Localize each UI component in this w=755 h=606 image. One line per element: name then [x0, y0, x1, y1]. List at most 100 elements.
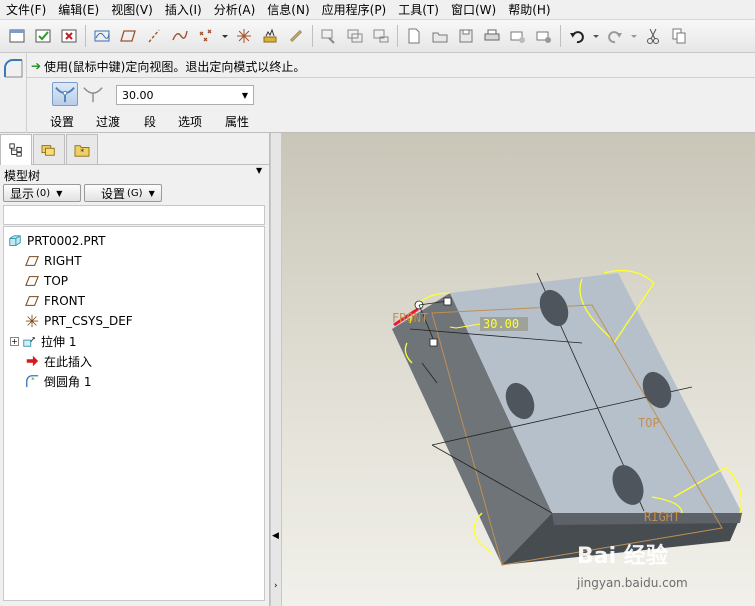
datum-plane-icon: [24, 253, 40, 269]
window-icon[interactable]: [6, 25, 28, 47]
dropdown-arrow-icon[interactable]: [221, 25, 229, 47]
folder-browser-icon: [41, 144, 55, 156]
toolbar-separator: [85, 25, 86, 47]
model-tree-toolbar: 显示 (0) ▼ 设置 (G) ▼: [3, 184, 165, 202]
tab-segments[interactable]: 段: [144, 113, 156, 130]
menu-analysis[interactable]: 分析(A): [208, 0, 262, 20]
panel-splitter[interactable]: ◀ ›: [270, 133, 282, 606]
tree-item-part[interactable]: PRT0002.PRT: [7, 231, 105, 251]
tab-settings[interactable]: 设置: [50, 113, 74, 130]
menu-info[interactable]: 信息(N): [261, 0, 315, 20]
tree-item-round[interactable]: * 倒圆角 1: [24, 371, 91, 391]
dashboard-message: 使用(鼠标中键)定向视图。退出定向模式以终止。: [44, 60, 306, 74]
coordinate-system-icon: [24, 313, 40, 329]
tab-properties[interactable]: 属性: [225, 113, 249, 130]
show-button-label: 显示: [10, 186, 35, 201]
settings-button[interactable]: 设置 (G) ▼: [84, 184, 162, 202]
graphics-window[interactable]: 30.00 FRONT TOP RIGHT: [282, 133, 755, 606]
chevron-down-icon: ▼: [148, 188, 155, 198]
menu-bar: 文件(F) 编辑(E) 视图(V) 插入(I) 分析(A) 信息(N) 应用程序…: [0, 0, 755, 20]
view-manager-icon[interactable]: [318, 25, 340, 47]
redo-dropdown-icon[interactable]: [630, 25, 638, 47]
send-mail-icon[interactable]: [507, 25, 529, 47]
show-button[interactable]: 显示 (0) ▼: [3, 184, 81, 202]
toolbar-separator: [560, 25, 561, 47]
analysis-icon[interactable]: [259, 25, 281, 47]
tree-item-label: PRT_CSYS_DEF: [44, 314, 133, 328]
menu-help[interactable]: 帮助(H): [502, 0, 556, 20]
menu-tools[interactable]: 工具(T): [392, 0, 445, 20]
close-window-icon[interactable]: [58, 25, 80, 47]
undo-dropdown-icon[interactable]: [592, 25, 600, 47]
coordinate-system-icon[interactable]: [233, 25, 255, 47]
round-transition-mode-button[interactable]: [80, 82, 106, 106]
redo-icon[interactable]: [604, 25, 626, 47]
main-toolbar: [0, 20, 755, 53]
new-file-icon[interactable]: [403, 25, 425, 47]
menu-view[interactable]: 视图(V): [105, 0, 159, 20]
menu-applications[interactable]: 应用程序(P): [316, 0, 393, 20]
tab-model-tree[interactable]: [0, 134, 32, 165]
tab-favorites[interactable]: *: [66, 134, 98, 164]
tree-item-csys[interactable]: PRT_CSYS_DEF: [24, 311, 133, 331]
undo-icon[interactable]: [566, 25, 588, 47]
tree-item-label: FRONT: [44, 294, 85, 308]
send-link-icon[interactable]: [533, 25, 555, 47]
watermark-url: jingyan.baidu.com: [577, 576, 688, 590]
menu-edit[interactable]: 编辑(E): [52, 0, 105, 20]
model-tree: PRT0002.PRT RIGHT TOP FRONT PRT_CSYS_DEF…: [3, 226, 265, 601]
datum-label-right: RIGHT: [644, 510, 680, 524]
model-tree-icon: [9, 143, 22, 157]
tree-item-label: RIGHT: [44, 254, 82, 268]
round-dashboard: ➔ 使用(鼠标中键)定向视图。退出定向模式以终止。 30.00 ▼ 设置 过渡 …: [0, 53, 755, 133]
toolbar-separator: [312, 25, 313, 47]
tree-item-top[interactable]: TOP: [24, 271, 68, 291]
chevron-down-icon[interactable]: ▼: [256, 166, 262, 175]
tree-filter-input[interactable]: [3, 205, 265, 225]
baidu-watermark: Bai 经验: [577, 538, 668, 570]
round-set-mode-button[interactable]: [52, 82, 78, 106]
tree-item-right[interactable]: RIGHT: [24, 251, 82, 271]
round-feature-icon: *: [24, 373, 40, 389]
expand-icon[interactable]: +: [10, 336, 19, 346]
datum-plane-icon[interactable]: [117, 25, 139, 47]
insert-link-icon[interactable]: [285, 25, 307, 47]
regenerate-icon[interactable]: [32, 25, 54, 47]
radius-drag-handle[interactable]: [443, 297, 452, 306]
menu-window[interactable]: 窗口(W): [445, 0, 502, 20]
menu-insert[interactable]: 插入(I): [159, 0, 208, 20]
collapse-left-icon[interactable]: ◀: [272, 531, 279, 541]
open-file-icon[interactable]: [429, 25, 451, 47]
datum-point-icon[interactable]: [195, 25, 217, 47]
radius-combo[interactable]: 30.00 ▼: [116, 85, 254, 105]
favorites-folder-icon: *: [74, 144, 90, 157]
model-viewport[interactable]: 30.00 FRONT TOP RIGHT: [282, 133, 755, 606]
print-icon[interactable]: [481, 25, 503, 47]
chevron-down-icon[interactable]: ▼: [237, 91, 253, 100]
chevron-down-icon: ▼: [56, 188, 63, 198]
tab-options[interactable]: 选项: [178, 113, 202, 130]
save-icon[interactable]: [455, 25, 477, 47]
layer-icon[interactable]: [344, 25, 366, 47]
menu-file[interactable]: 文件(F): [0, 0, 52, 20]
settings-button-label: 设置: [101, 186, 126, 201]
model-display-icon[interactable]: [370, 25, 392, 47]
datum-curve-icon[interactable]: [169, 25, 191, 47]
tree-item-front[interactable]: FRONT: [24, 291, 85, 311]
sketch-icon[interactable]: [91, 25, 113, 47]
tree-item-extrude[interactable]: + 拉伸 1: [10, 331, 76, 351]
tab-transition[interactable]: 过渡: [96, 113, 120, 130]
copy-icon[interactable]: [668, 25, 690, 47]
cut-icon[interactable]: [642, 25, 664, 47]
expand-right-icon[interactable]: ›: [274, 581, 278, 591]
datum-label-top: TOP: [638, 416, 660, 430]
tree-item-insert-here[interactable]: 在此插入: [24, 351, 92, 371]
radius-drag-handle[interactable]: [429, 338, 438, 347]
datum-plane-icon: [24, 293, 40, 309]
radius-value[interactable]: 30.00: [117, 89, 237, 102]
svg-text:*: *: [31, 376, 35, 384]
datum-axis-icon[interactable]: [143, 25, 165, 47]
dashboard-separator: [26, 77, 755, 78]
tab-folder-browser[interactable]: [33, 134, 65, 164]
toolbar-separator: [397, 25, 398, 47]
